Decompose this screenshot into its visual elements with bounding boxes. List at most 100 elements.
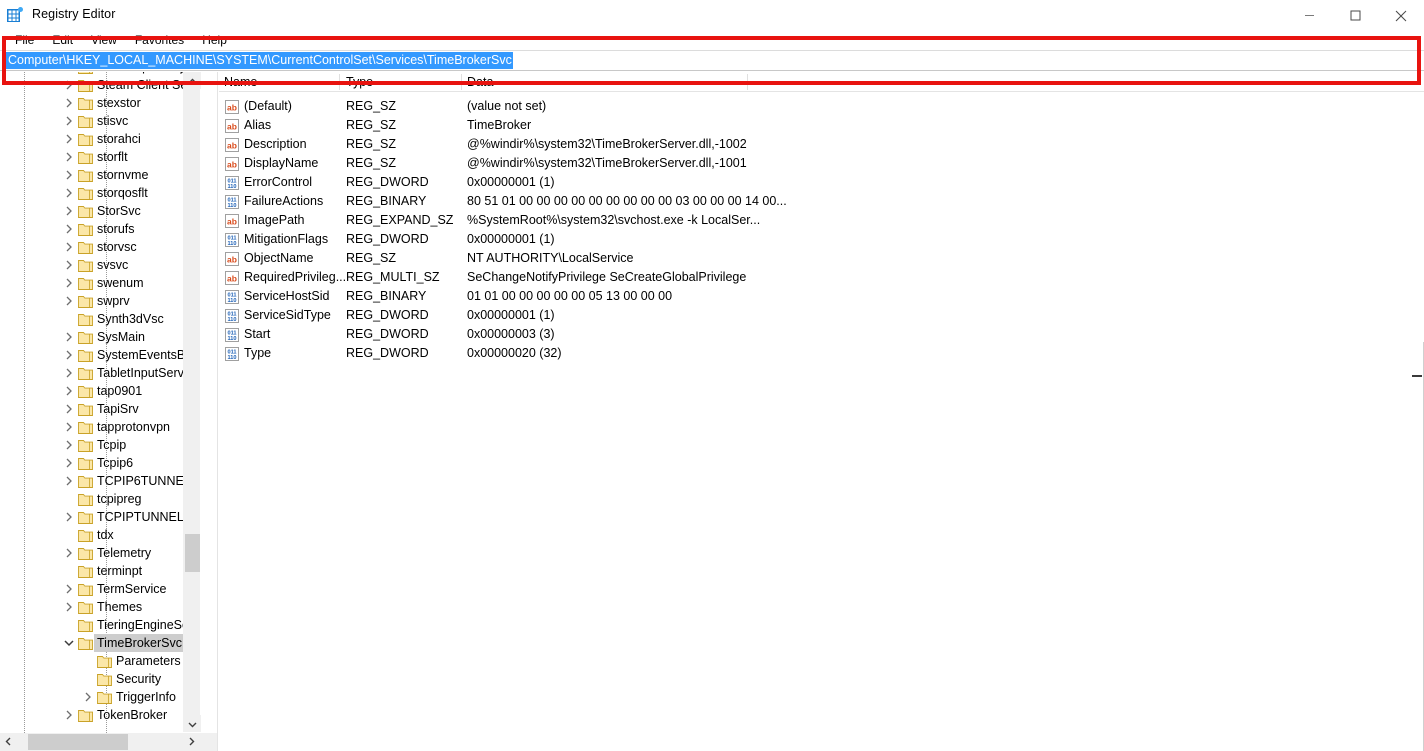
- maximize-button[interactable]: [1332, 0, 1378, 31]
- tree-item-tokenbroker[interactable]: TokenBroker: [0, 706, 200, 724]
- value-row[interactable]: ab ObjectName REG_SZ NT AUTHORITY\LocalServ…: [219, 249, 1424, 268]
- value-row[interactable]: 011 110 ServiceHostSid REG_BINARY 01 01 00 0…: [219, 287, 1424, 306]
- scroll-right-button[interactable]: [183, 733, 200, 751]
- scroll-down-button[interactable]: [184, 715, 201, 732]
- value-row[interactable]: 011 110 MitigationFlags REG_DWORD 0x00000001…: [219, 230, 1424, 249]
- chevron-right-icon[interactable]: [62, 148, 75, 166]
- chevron-right-icon[interactable]: [62, 346, 75, 364]
- tree-item-swenum[interactable]: swenum: [0, 274, 200, 292]
- tree-horizontal-scrollbar[interactable]: [0, 733, 217, 751]
- chevron-right-icon[interactable]: [62, 400, 75, 418]
- column-header-name[interactable]: Name: [219, 72, 257, 92]
- value-row[interactable]: ab ImagePath REG_EXPAND_SZ %SystemRoot%\sys…: [219, 211, 1424, 230]
- column-divider[interactable]: [461, 74, 462, 90]
- menu-edit[interactable]: Edit: [43, 31, 82, 49]
- chevron-right-icon[interactable]: [62, 706, 75, 724]
- scrollbar-thumb[interactable]: [185, 534, 200, 572]
- tree-item-parameters[interactable]: Parameters: [0, 652, 200, 670]
- scroll-up-button[interactable]: [184, 72, 201, 89]
- tree-item-tcpip[interactable]: Tcpip: [0, 436, 200, 454]
- chevron-right-icon[interactable]: [62, 94, 75, 112]
- tree-item-storsvc[interactable]: StorSvc: [0, 202, 200, 220]
- tree-item-synth3dvsc[interactable]: Synth3dVsc: [0, 310, 200, 328]
- tree-item-storufs[interactable]: storufs: [0, 220, 200, 238]
- tree-item-stisvc[interactable]: stisvc: [0, 112, 200, 130]
- chevron-right-icon[interactable]: [62, 76, 75, 94]
- column-header-type[interactable]: Type: [341, 72, 373, 92]
- value-row[interactable]: ab (Default) REG_SZ (value not set): [219, 97, 1424, 116]
- address-bar[interactable]: Computer\HKEY_LOCAL_MACHINE\SYSTEM\Curre…: [0, 50, 1424, 71]
- tree-item-themes[interactable]: Themes: [0, 598, 200, 616]
- scroll-left-button[interactable]: [0, 733, 17, 751]
- tree-item-tcpip6[interactable]: Tcpip6: [0, 454, 200, 472]
- tree-item-tcpiptunnel[interactable]: TCPIPTUNNEL: [0, 508, 200, 526]
- tree-item-tapisrv[interactable]: TapiSrv: [0, 400, 200, 418]
- tree-item-termservice[interactable]: TermService: [0, 580, 200, 598]
- column-divider[interactable]: [339, 74, 340, 90]
- menu-help[interactable]: Help: [193, 31, 236, 49]
- tree-item-tcpipreg[interactable]: tcpipreg: [0, 490, 200, 508]
- value-row[interactable]: ab RequiredPrivileg... REG_MULTI_SZ SeChang…: [219, 268, 1424, 287]
- value-row[interactable]: ab Alias REG_SZ TimeBroker: [219, 116, 1424, 135]
- chevron-right-icon[interactable]: [62, 184, 75, 202]
- chevron-right-icon[interactable]: [62, 112, 75, 130]
- menu-favorites[interactable]: Favorites: [126, 31, 193, 49]
- chevron-right-icon[interactable]: [62, 238, 75, 256]
- chevron-right-icon[interactable]: [81, 688, 94, 706]
- value-row[interactable]: ab DisplayName REG_SZ @%windir%\system32\Ti…: [219, 154, 1424, 173]
- value-row[interactable]: ab Description REG_SZ @%windir%\system32\Ti…: [219, 135, 1424, 154]
- tree-item-stornvme[interactable]: stornvme: [0, 166, 200, 184]
- close-button[interactable]: [1378, 0, 1424, 31]
- menu-view[interactable]: View: [82, 31, 126, 49]
- tree-item-storqosflt[interactable]: storqosflt: [0, 184, 200, 202]
- column-header-data[interactable]: Data: [462, 72, 493, 92]
- chevron-right-icon[interactable]: [62, 508, 75, 526]
- tree-item-systemeventsbroke[interactable]: SystemEventsBroke: [0, 346, 200, 364]
- tree-item-svsvc[interactable]: svsvc: [0, 256, 200, 274]
- chevron-right-icon[interactable]: [62, 382, 75, 400]
- chevron-right-icon[interactable]: [62, 220, 75, 238]
- chevron-right-icon[interactable]: [62, 436, 75, 454]
- tree-vertical-scrollbar[interactable]: [183, 72, 201, 732]
- tree-item-terminpt[interactable]: terminpt: [0, 562, 200, 580]
- tree-item-timebrokersvc[interactable]: TimeBrokerSvc: [0, 634, 200, 652]
- chevron-right-icon[interactable]: [62, 292, 75, 310]
- tree-item-telemetry[interactable]: Telemetry: [0, 544, 200, 562]
- chevron-right-icon[interactable]: [62, 328, 75, 346]
- tree-item-swprv[interactable]: swprv: [0, 292, 200, 310]
- tree-item-storvsc[interactable]: storvsc: [0, 238, 200, 256]
- value-row[interactable]: 011 110 ErrorControl REG_DWORD 0x00000001 (1…: [219, 173, 1424, 192]
- tree-item-steam-client-servic[interactable]: Steam Client Servic: [0, 76, 200, 94]
- tree-item-triggerinfo[interactable]: TriggerInfo: [0, 688, 200, 706]
- chevron-right-icon[interactable]: [62, 202, 75, 220]
- chevron-right-icon[interactable]: [62, 472, 75, 490]
- column-divider[interactable]: [747, 74, 748, 90]
- address-input[interactable]: Computer\HKEY_LOCAL_MACHINE\SYSTEM\Curre…: [6, 52, 513, 69]
- tree-item-security[interactable]: Security: [0, 670, 200, 688]
- chevron-down-icon[interactable]: [62, 634, 75, 652]
- tree-item-tabletinputservice[interactable]: TabletInputService: [0, 364, 200, 382]
- value-row[interactable]: 011 110 Type REG_DWORD 0x00000020 (32): [219, 344, 1424, 363]
- chevron-right-icon[interactable]: [62, 544, 75, 562]
- chevron-right-icon[interactable]: [62, 364, 75, 382]
- tree-item-storahci[interactable]: storahci: [0, 130, 200, 148]
- scrollbar-thumb[interactable]: [28, 734, 128, 750]
- chevron-right-icon[interactable]: [62, 418, 75, 436]
- menu-file[interactable]: File: [6, 31, 43, 49]
- chevron-right-icon[interactable]: [62, 454, 75, 472]
- tree-item-storflt[interactable]: storflt: [0, 148, 200, 166]
- chevron-right-icon[interactable]: [62, 274, 75, 292]
- value-row[interactable]: 011 110 ServiceSidType REG_DWORD 0x00000001 …: [219, 306, 1424, 325]
- tree-item-tap0901[interactable]: tap0901: [0, 382, 200, 400]
- chevron-right-icon[interactable]: [62, 598, 75, 616]
- tree-item-tapprotonvpn[interactable]: tapprotonvpn: [0, 418, 200, 436]
- tree-item-sysmain[interactable]: SysMain: [0, 328, 200, 346]
- chevron-right-icon[interactable]: [62, 166, 75, 184]
- tree-item-tcpip6tunnel[interactable]: TCPIP6TUNNEL: [0, 472, 200, 490]
- chevron-right-icon[interactable]: [62, 580, 75, 598]
- value-row[interactable]: 011 110 Start REG_DWORD 0x00000003 (3): [219, 325, 1424, 344]
- tree-item-stexstor[interactable]: stexstor: [0, 94, 200, 112]
- chevron-right-icon[interactable]: [62, 256, 75, 274]
- minimize-button[interactable]: [1286, 0, 1332, 31]
- value-row[interactable]: 011 110 FailureActions REG_BINARY 80 51 01 0…: [219, 192, 1424, 211]
